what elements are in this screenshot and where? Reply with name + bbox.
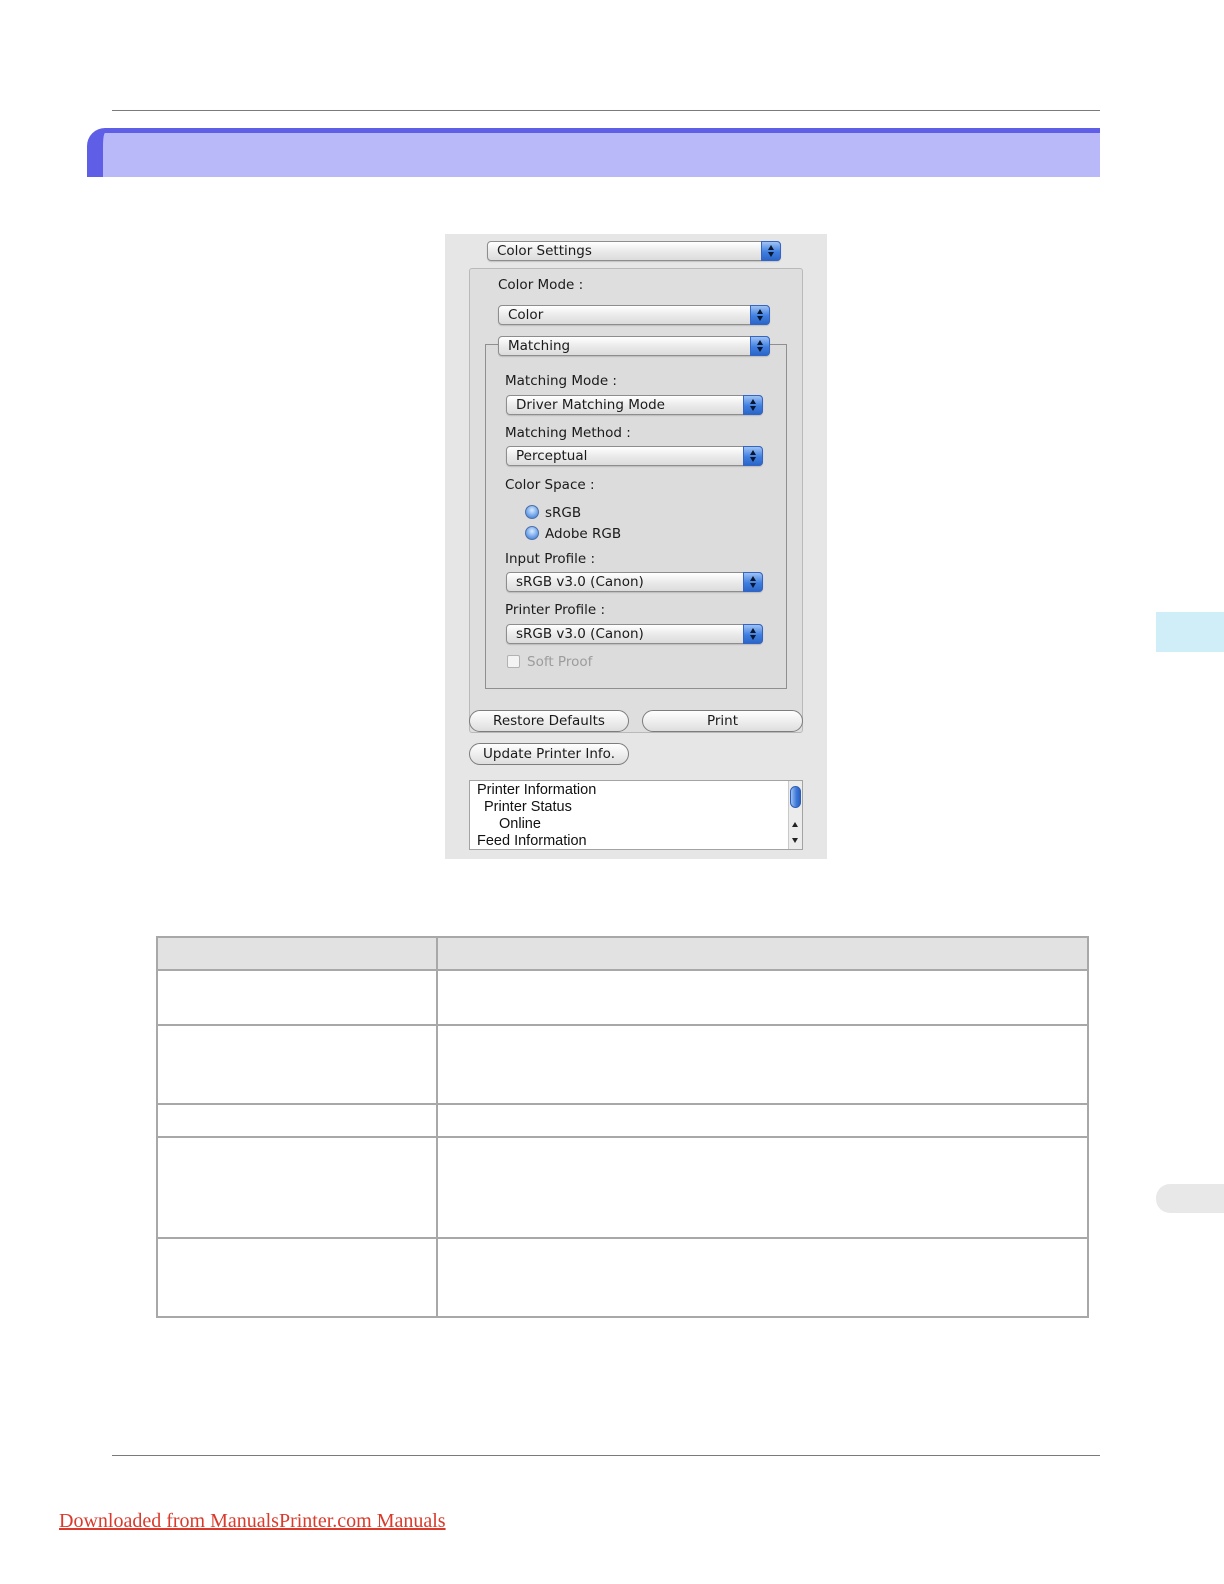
- table-cell: [156, 1103, 438, 1138]
- table-row: [156, 1136, 1089, 1239]
- table-header-cell: [436, 936, 1089, 971]
- table-cell: [436, 1103, 1089, 1138]
- info-scrollbar[interactable]: [788, 781, 802, 849]
- color-mode-popup[interactable]: Color: [498, 305, 770, 325]
- table-cell: [436, 1024, 1089, 1105]
- footer-rule: [112, 1455, 1100, 1456]
- matching-mode-value: Driver Matching Mode: [516, 397, 665, 413]
- info-line: Printer Information: [477, 782, 597, 798]
- section-title-banner: [87, 128, 1100, 177]
- table-cell: [156, 969, 438, 1026]
- matching-group-popup[interactable]: Matching: [498, 336, 770, 356]
- print-button[interactable]: Print: [642, 710, 803, 732]
- popup-arrows-icon: [743, 624, 763, 644]
- matching-group-value: Matching: [508, 338, 571, 354]
- soft-proof-checkbox[interactable]: [507, 655, 520, 668]
- table-row: [156, 969, 1089, 1026]
- panel-select-popup[interactable]: Color Settings: [487, 241, 781, 261]
- scroll-up-arrow-icon[interactable]: [792, 822, 798, 827]
- printer-profile-value: sRGB v3.0 (Canon): [516, 626, 644, 642]
- popup-arrows-icon: [761, 241, 781, 261]
- matching-method-popup[interactable]: Perceptual: [506, 446, 763, 466]
- update-printer-info-button[interactable]: Update Printer Info.: [469, 743, 629, 765]
- adobe-rgb-radio-label: Adobe RGB: [545, 526, 622, 542]
- table-row: [156, 1237, 1089, 1318]
- popup-arrows-icon: [743, 572, 763, 592]
- input-profile-popup[interactable]: sRGB v3.0 (Canon): [506, 572, 763, 592]
- input-profile-label: Input Profile :: [505, 551, 596, 567]
- matching-mode-popup[interactable]: Driver Matching Mode: [506, 395, 763, 415]
- popup-arrows-icon: [743, 395, 763, 415]
- matching-mode-label: Matching Mode :: [505, 373, 617, 389]
- color-settings-dialog: Color Settings Color Mode : Color Matchi…: [445, 234, 827, 859]
- table-row: [156, 1024, 1089, 1105]
- matching-method-label: Matching Method :: [505, 425, 631, 441]
- panel-select-value: Color Settings: [497, 243, 592, 259]
- printer-profile-label: Printer Profile :: [505, 602, 606, 618]
- chapter-tab-marker: [1156, 612, 1224, 652]
- popup-arrows-icon: [750, 305, 770, 325]
- table-cell: [156, 1237, 438, 1318]
- table-header-cell: [156, 936, 438, 971]
- table-cell: [156, 1136, 438, 1239]
- srgb-radio-label: sRGB: [545, 505, 582, 521]
- printer-info-list[interactable]: Printer Information Printer Status Onlin…: [469, 780, 803, 850]
- info-line: Online: [499, 816, 541, 832]
- scroll-down-arrow-icon[interactable]: [792, 838, 798, 843]
- table-header-row: [156, 936, 1089, 971]
- matching-method-value: Perceptual: [516, 448, 588, 464]
- header-rule: [112, 110, 1100, 111]
- soft-proof-label: Soft Proof: [527, 654, 593, 670]
- table-cell: [156, 1024, 438, 1105]
- adobe-rgb-radio[interactable]: [525, 526, 539, 540]
- color-space-label: Color Space :: [505, 477, 595, 493]
- table-row: [156, 1103, 1089, 1138]
- color-mode-label: Color Mode :: [498, 277, 584, 293]
- info-line: Printer Status: [484, 799, 572, 815]
- info-line: Feed Information: [477, 833, 587, 849]
- srgb-radio[interactable]: [525, 505, 539, 519]
- table-cell: [436, 1136, 1089, 1239]
- popup-arrows-icon: [750, 336, 770, 356]
- color-mode-value: Color: [508, 307, 544, 323]
- restore-defaults-button[interactable]: Restore Defaults: [469, 710, 629, 732]
- printer-profile-popup[interactable]: sRGB v3.0 (Canon): [506, 624, 763, 644]
- settings-table: [156, 936, 1089, 1318]
- table-cell: [436, 1237, 1089, 1318]
- download-source-link[interactable]: Downloaded from ManualsPrinter.com Manua…: [59, 1510, 446, 1533]
- popup-arrows-icon: [743, 446, 763, 466]
- input-profile-value: sRGB v3.0 (Canon): [516, 574, 644, 590]
- scrollbar-thumb[interactable]: [790, 786, 801, 808]
- table-cell: [436, 969, 1089, 1026]
- index-tab-marker: [1156, 1184, 1224, 1213]
